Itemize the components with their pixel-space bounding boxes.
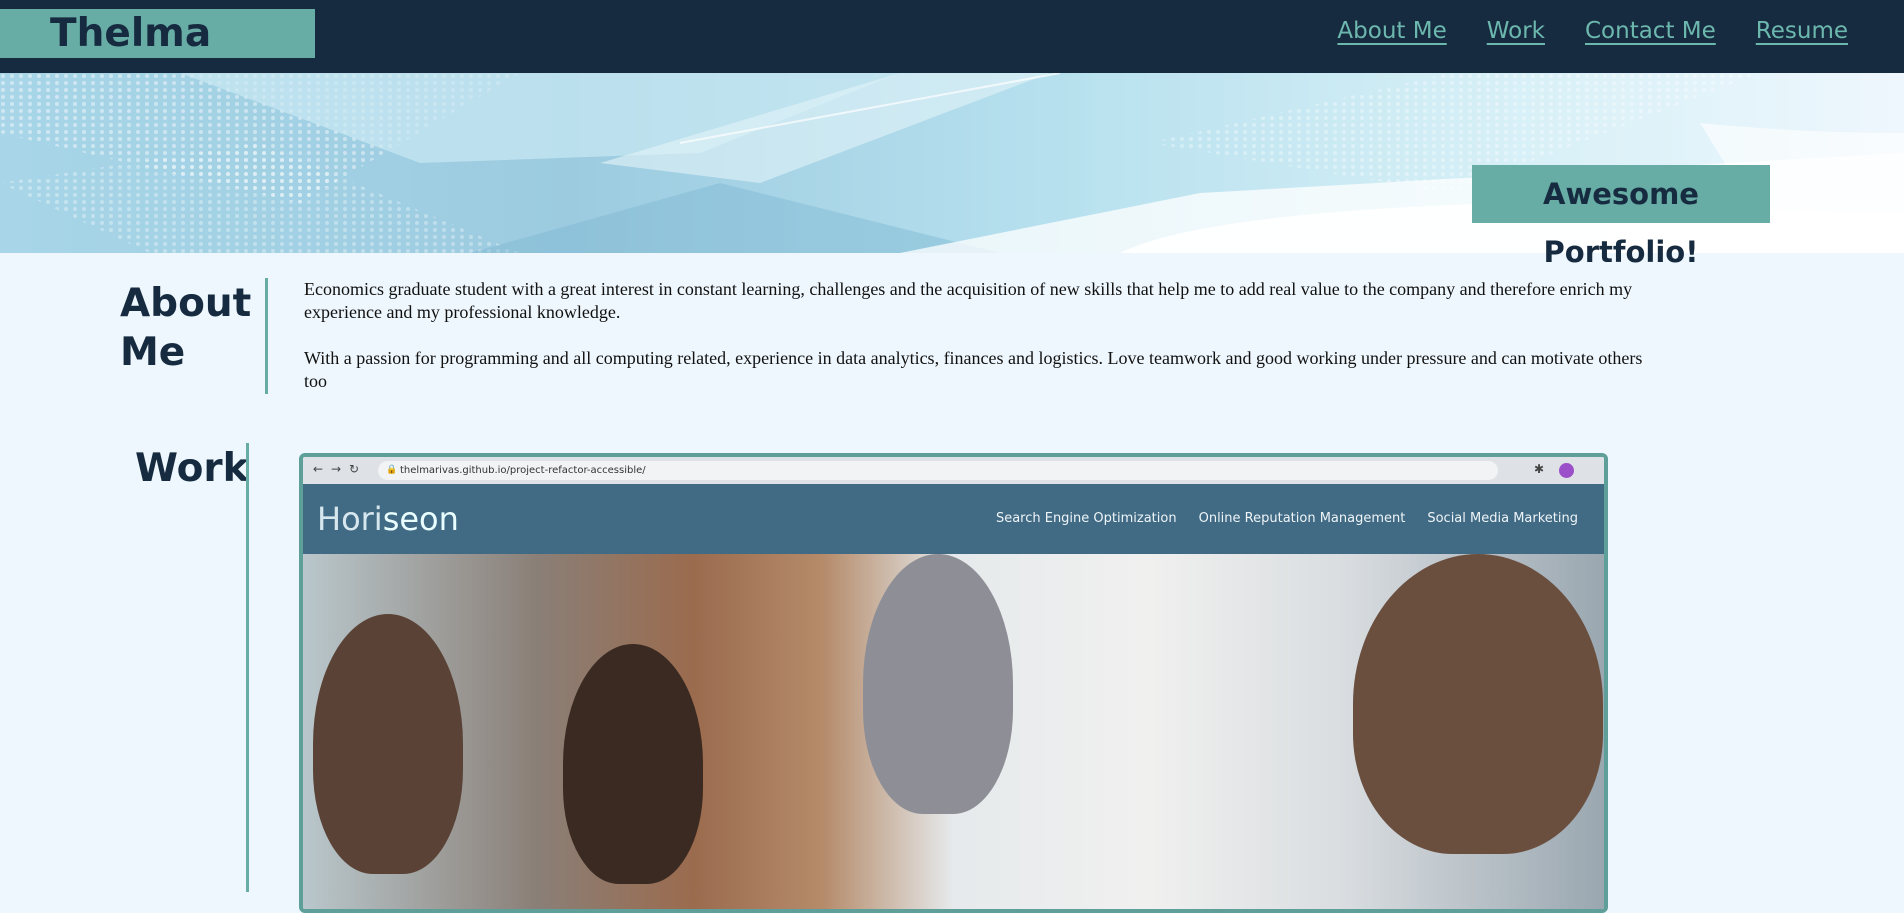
photo-person [563,644,703,884]
main-nav: About Me Work Contact Me Resume [1337,18,1848,44]
nav-link-about-me[interactable]: About Me [1337,18,1446,44]
nav-link-contact-me[interactable]: Contact Me [1585,18,1716,44]
nav-link-work[interactable]: Work [1487,18,1545,44]
about-divider [265,278,268,394]
project-nav-item: Online Reputation Management [1198,511,1406,526]
extensions-icon: ✱ [1533,462,1544,476]
about-text: Economics graduate student with a great … [304,278,1644,416]
back-arrow-icon: ← [313,462,324,476]
project-nav-item: Social Media Marketing [1427,511,1578,526]
nav-link-resume[interactable]: Resume [1756,18,1848,44]
project-logo-accent: seon [382,500,459,538]
profile-avatar-icon [1559,463,1574,478]
address-url: thelmarivas.github.io/project-refactor-a… [400,465,646,476]
project-nav-item: Search Engine Optimization [995,511,1177,526]
project-site-logo: Horiseon [317,500,459,538]
about-paragraph: With a passion for programming and all c… [304,348,1643,391]
work-heading: Work [135,446,249,491]
browser-toolbar: ← → ↻ 🔒 thelmarivas.github.io/project-re… [303,457,1604,484]
photo-person [863,554,1013,814]
photo-person [1353,554,1603,854]
forward-arrow-icon: → [331,462,342,476]
project-hero-photo [303,554,1604,909]
project-site-header: Horiseon Search Engine Optimization Onli… [303,484,1604,554]
lock-icon: 🔒 [386,465,398,475]
address-bar: 🔒 thelmarivas.github.io/project-refactor… [378,461,1498,480]
about-heading: About Me [120,281,252,375]
site-header: Thelma Rivas About Me Work Contact Me Re… [0,0,1904,105]
about-paragraph: Economics graduate student with a great … [304,279,1633,322]
project-site-nav: Search Engine Optimization Online Reputa… [996,511,1578,526]
hero-badge: Awesome Portfolio! [1472,165,1770,269]
reload-icon: ↻ [349,462,360,476]
project-screenshot-link[interactable]: ← → ↻ 🔒 thelmarivas.github.io/project-re… [299,453,1608,913]
project-logo-main: Hori [317,500,383,538]
site-title: Thelma Rivas [0,9,315,105]
work-divider [246,443,249,892]
photo-person [313,614,463,874]
